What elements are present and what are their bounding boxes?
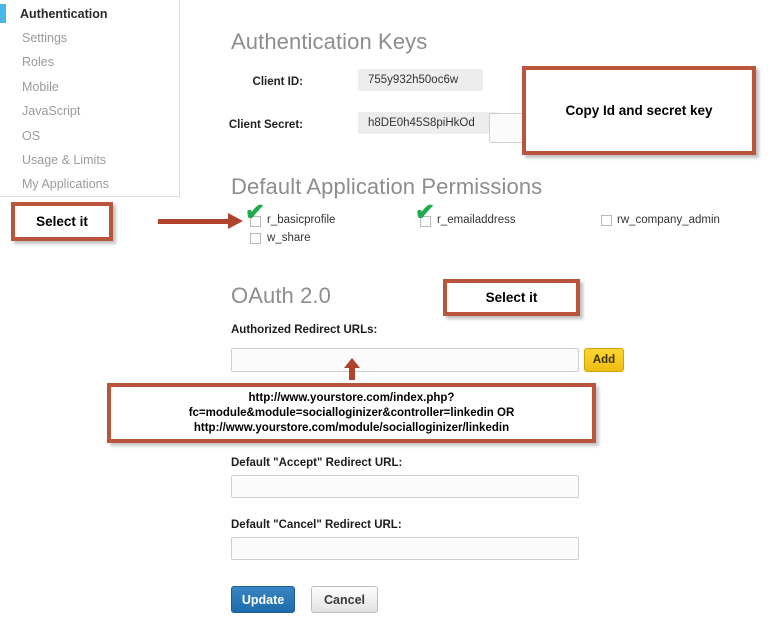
sidebar-item-settings[interactable]: Settings: [22, 31, 67, 45]
sidebar-item-label: Settings: [22, 31, 68, 45]
update-button[interactable]: Update: [231, 586, 295, 613]
permission-label-r-basicprofile: r_basicprofile: [267, 214, 336, 226]
arrow-right-icon: [158, 213, 243, 229]
annotation-url-line-1: http://www.yourstore.com/index.php?: [248, 391, 455, 404]
add-button[interactable]: Add: [584, 348, 624, 372]
client-id-value: 755y932h50oc6w: [358, 69, 483, 91]
default-cancel-redirect-input[interactable]: [231, 537, 579, 560]
annotation-select-oauth: Select it: [443, 279, 580, 316]
sidebar-item-usage-limits[interactable]: Usage & Limits: [22, 153, 106, 167]
sidebar-item-label: Usage & Limits: [22, 153, 107, 167]
permission-label-w-share: w_share: [267, 232, 311, 244]
sidebar-item-authentication[interactable]: Authentication: [20, 7, 108, 21]
sidebar-item-label: Mobile: [22, 80, 59, 94]
linkedin-app-authentication-page: Authentication Settings Roles Mobile Jav…: [0, 0, 768, 630]
annotation-redirect-url-examples: http://www.yourstore.com/index.php? fc=m…: [107, 383, 596, 443]
sidebar-item-os[interactable]: OS: [22, 129, 40, 143]
sidebar-item-label: OS: [22, 129, 41, 143]
sidebar-item-label: My Applications: [22, 177, 109, 191]
annotation-select-oauth-text: Select it: [485, 290, 538, 305]
client-id-label: Client ID:: [252, 76, 303, 88]
annotation-url-line-2: fc=module&module=socialloginizer&control…: [188, 406, 515, 419]
permission-label-r-emailaddress: r_emailaddress: [437, 214, 516, 226]
sidebar-item-roles[interactable]: Roles: [22, 55, 54, 69]
annotation-url-line-3: http://www.yourstore.com/module/sociallo…: [193, 421, 510, 434]
sidebar-item-label: Roles: [22, 55, 54, 69]
default-cancel-redirect-label: Default "Cancel" Redirect URL:: [231, 519, 402, 531]
sidebar-active-marker: [0, 4, 6, 23]
authorized-redirect-urls-label: Authorized Redirect URLs:: [231, 324, 378, 336]
checkbox-rw-company-admin[interactable]: [601, 215, 612, 226]
permissions-heading: Default Application Permissions: [231, 174, 543, 199]
authorized-redirect-url-input[interactable]: [231, 348, 579, 372]
cancel-button[interactable]: Cancel: [311, 586, 378, 613]
checkbox-w-share[interactable]: [250, 233, 261, 244]
client-secret-label: Client Secret:: [228, 119, 303, 131]
annotation-copy-keys-text: Copy Id and secret key: [565, 103, 713, 118]
annotation-select-permissions-text: Select it: [36, 214, 88, 229]
sidebar-item-my-applications[interactable]: My Applications: [22, 177, 109, 191]
sidebar-item-label: Authentication: [20, 7, 108, 21]
oauth-heading: OAuth 2.0: [231, 283, 331, 308]
annotation-select-permissions: Select it: [11, 202, 113, 241]
sidebar-item-label: JavaScript: [22, 104, 81, 118]
annotation-copy-keys: Copy Id and secret key: [522, 66, 756, 155]
client-secret-value: h8DE0h45S8piHkOd: [358, 112, 498, 134]
authentication-keys-heading: Authentication Keys: [231, 29, 428, 54]
sidebar-item-javascript[interactable]: JavaScript: [22, 104, 80, 118]
annotation-redirect-url-text: http://www.yourstore.com/index.php? fc=m…: [189, 391, 515, 436]
arrow-up-icon: [344, 358, 360, 386]
default-accept-redirect-label: Default "Accept" Redirect URL:: [231, 457, 403, 469]
checkmark-icon: ✔: [413, 195, 436, 230]
sidebar-nav: Authentication Settings Roles Mobile Jav…: [0, 0, 180, 197]
checkmark-icon: ✔: [243, 195, 266, 230]
default-accept-redirect-input[interactable]: [231, 475, 579, 498]
permission-label-rw-company-admin: rw_company_admin: [617, 214, 720, 226]
sidebar-item-mobile[interactable]: Mobile: [22, 80, 59, 94]
